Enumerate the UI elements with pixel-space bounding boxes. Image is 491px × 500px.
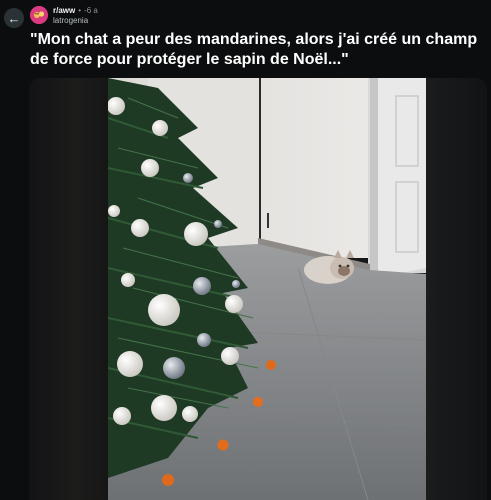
post-meta: r/aww • -6 a latrogenia [53,6,98,26]
media-blur-backdrop-right [426,78,487,500]
post-age: -6 a [84,6,98,15]
post-image[interactable] [108,78,426,500]
christmas-tree-cat-photo [108,78,426,500]
post-media[interactable] [29,78,487,500]
post-title: "Mon chat a peur des mandarines, alors j… [30,31,478,68]
back-button[interactable]: ← [4,8,24,28]
arrow-left-icon: ← [7,10,21,26]
subreddit-link[interactable]: r/aww [53,6,75,16]
subreddit-avatar-icon[interactable] [30,6,48,24]
meta-separator: • [78,6,82,15]
author-link[interactable]: latrogenia [53,16,88,26]
media-blur-backdrop-left [29,78,108,500]
